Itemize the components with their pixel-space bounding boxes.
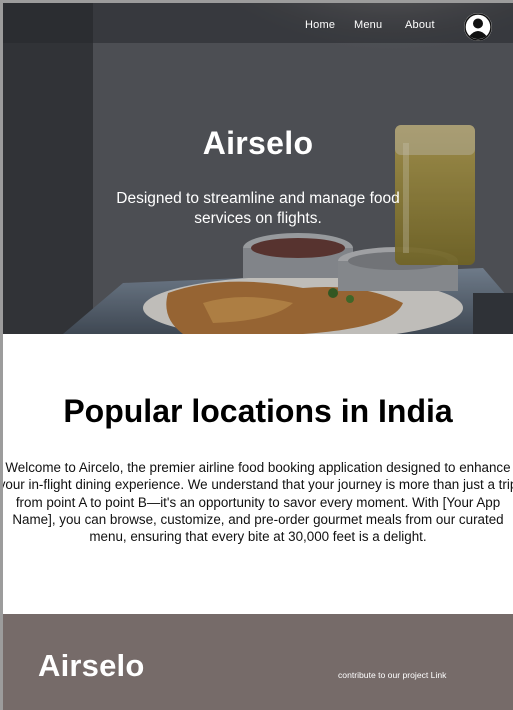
top-navigation: Home Menu About xyxy=(3,3,513,47)
nav-link-menu[interactable]: Menu xyxy=(354,19,382,31)
hero-overlay xyxy=(3,3,513,334)
user-avatar-button[interactable] xyxy=(464,13,492,41)
section-title: Popular locations in India xyxy=(63,393,453,429)
nav-link-home[interactable]: Home xyxy=(305,19,335,31)
section-description: Welcome to Aircelo, the premier airline … xyxy=(3,460,513,545)
contribute-link[interactable]: contribute to our project Link xyxy=(338,670,446,680)
hero-title: Airselo xyxy=(202,125,314,161)
user-icon xyxy=(464,13,492,41)
footer: Airselo contribute to our project Link xyxy=(3,614,513,710)
hero-section: Home Menu About Airselo Designed to stre… xyxy=(3,3,513,334)
nav-link-about[interactable]: About xyxy=(405,19,435,31)
footer-logo: Airselo xyxy=(38,648,145,683)
hero-subtitle: Designed to streamline and manage food s… xyxy=(116,190,400,227)
page-frame: Home Menu About Airselo Designed to stre… xyxy=(3,3,513,710)
